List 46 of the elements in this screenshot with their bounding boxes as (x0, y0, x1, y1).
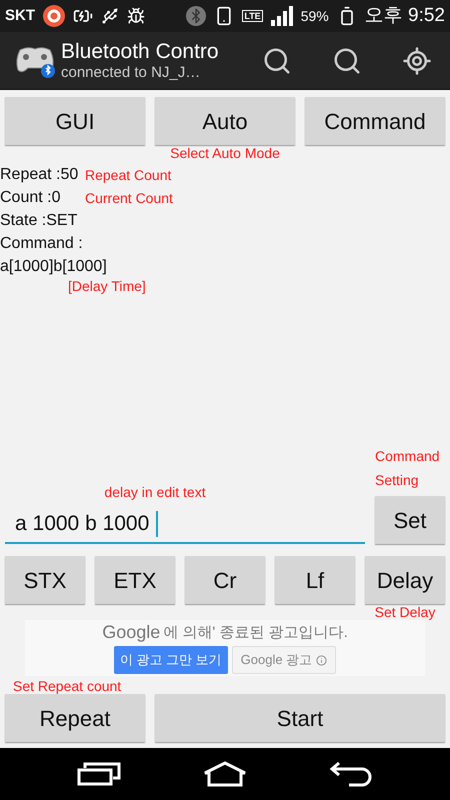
annotation-text: Setting (375, 472, 419, 488)
recent-apps-button[interactable] (77, 762, 121, 786)
stop-ad-button[interactable]: 이 광고 그만 보기 (114, 646, 228, 674)
annotation-text: Repeat Count (85, 166, 172, 182)
ad-message: 에 의해' 종료된 광고입니다. (163, 624, 348, 642)
info-text: State :SET (0, 210, 78, 230)
bug-icon (127, 7, 145, 25)
carrier-text: SKT (5, 6, 35, 26)
annotation-text: Select Auto Mode (170, 145, 280, 161)
info-icon (316, 654, 328, 666)
battery-text: 59% (300, 6, 329, 26)
locate-button[interactable] (402, 46, 432, 76)
time-text: 오후 9:52 (364, 4, 445, 28)
annotation-text: [Delay Time] (68, 278, 147, 294)
lte-text: LTE (242, 10, 263, 22)
key-button[interactable]: ETX (95, 556, 175, 604)
signal-icon (270, 6, 293, 26)
mode-button[interactable]: GUI (5, 97, 145, 145)
annotation-text: Set Repeat count (13, 678, 122, 694)
annotation-text: delay in edit text (104, 484, 206, 500)
search-button[interactable] (262, 46, 292, 76)
action-button[interactable]: Start (155, 694, 445, 742)
key-button[interactable]: STX (5, 556, 85, 604)
search-button[interactable] (332, 46, 362, 76)
command-input[interactable]: a 1000 b 1000 (5, 506, 365, 544)
info-text: Count :0 (0, 188, 62, 208)
annotation-text: Set Delay (374, 604, 436, 620)
annotation-text: Command (375, 448, 440, 464)
key-button[interactable]: Lf (275, 556, 355, 604)
google-logo: Google (102, 622, 160, 642)
usb-icon (101, 7, 119, 25)
action-button[interactable]: Repeat (5, 694, 145, 742)
bluetooth-icon (186, 6, 206, 26)
record-icon (43, 5, 65, 27)
info-text: Repeat :50 (0, 164, 80, 184)
back-button[interactable] (329, 761, 373, 787)
set-button[interactable]: Set (375, 496, 445, 544)
key-button[interactable]: Cr (185, 556, 265, 604)
annotation-text: Current Count (85, 190, 173, 206)
app-title: Bluetooth Contro (61, 40, 220, 64)
key-button[interactable]: Delay (365, 556, 445, 604)
mode-button[interactable]: Auto (155, 97, 295, 145)
info-text: Command : (0, 234, 84, 254)
mode-button[interactable]: Command (305, 97, 445, 145)
info-text: a[1000]b[1000] (0, 256, 108, 276)
connection-subtitle: connected to NJ_J… (61, 64, 202, 82)
